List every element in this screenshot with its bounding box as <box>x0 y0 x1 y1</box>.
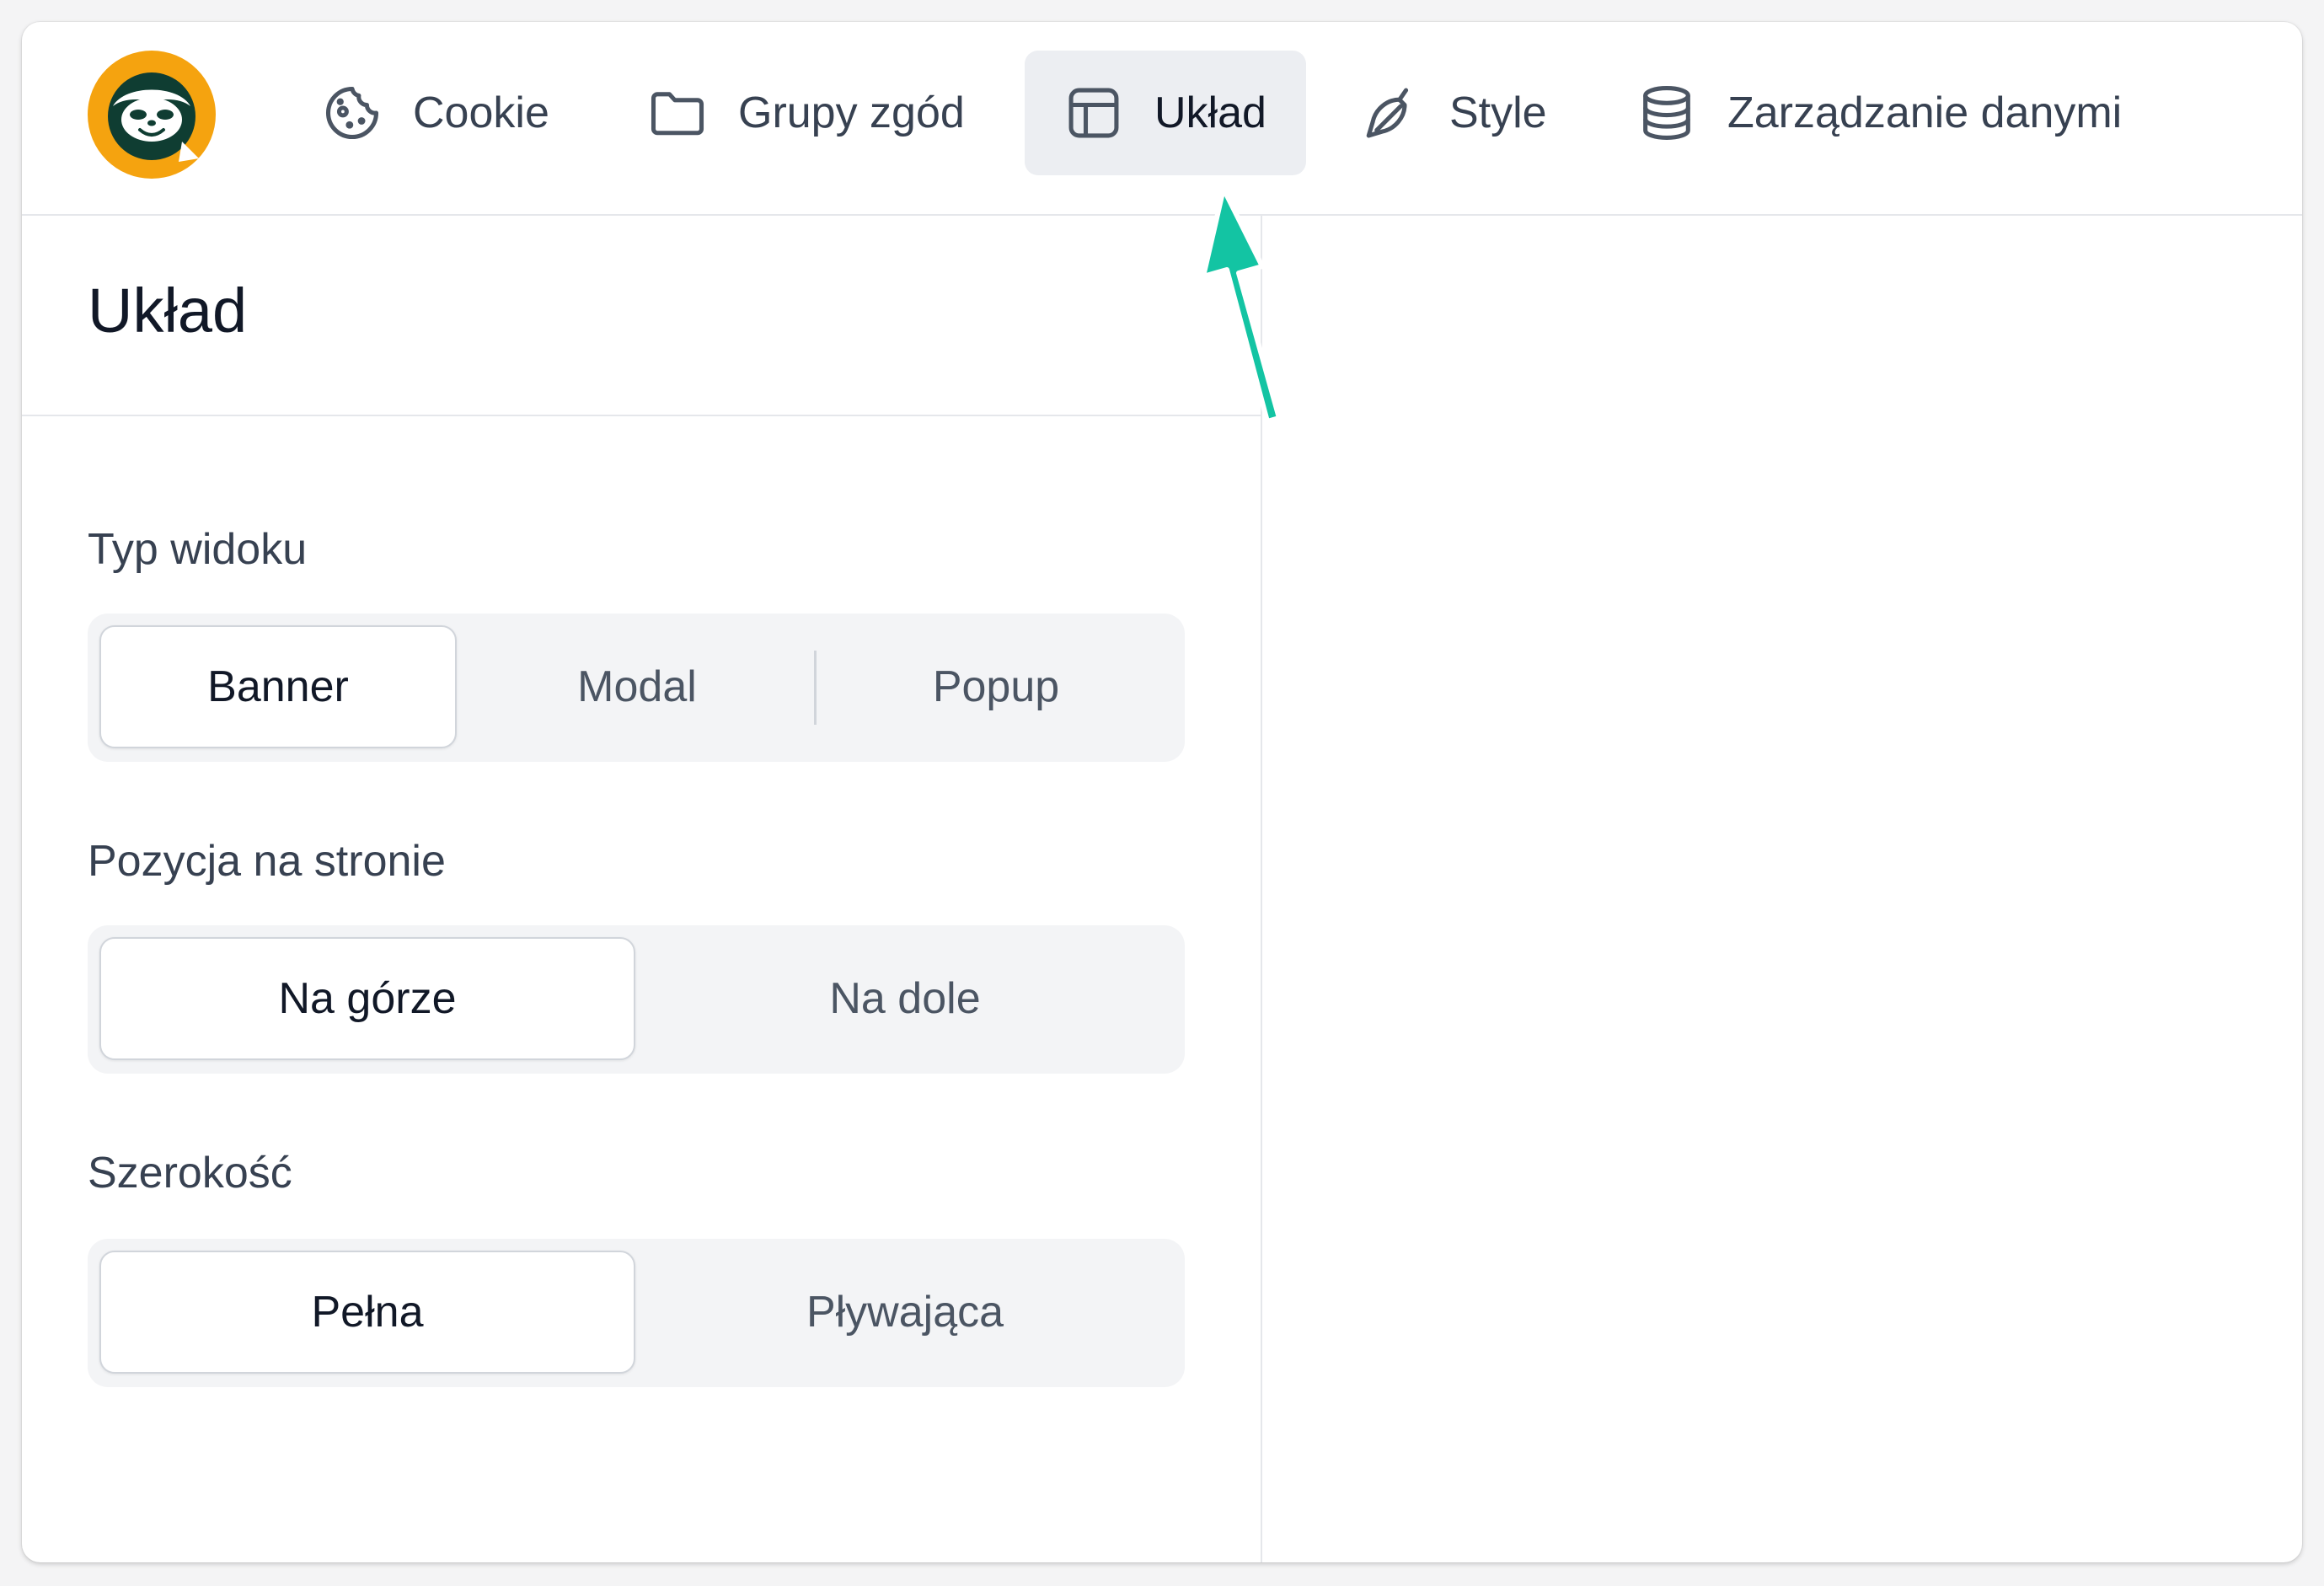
segment-divider <box>814 651 817 725</box>
option-modal[interactable]: Modal <box>458 625 816 748</box>
option-floating[interactable]: Pływająca <box>637 1251 1173 1374</box>
position-label: Pozycja na stronie <box>88 837 446 886</box>
page-title: Układ <box>88 276 248 346</box>
width-label: Szerokość <box>88 1149 292 1198</box>
sloth-logo-icon[interactable] <box>88 51 216 179</box>
option-bottom[interactable]: Na dole <box>637 937 1173 1060</box>
annotation-arrow-icon <box>1201 186 1282 424</box>
tab-layout[interactable]: Układ <box>1025 51 1306 175</box>
brush-icon <box>1366 88 1409 138</box>
folder-icon <box>651 92 704 136</box>
tab-data-management[interactable]: Zarządzanie danymi <box>1614 51 2145 175</box>
option-banner[interactable]: Banner <box>99 625 457 748</box>
layout-icon <box>1068 88 1119 138</box>
top-navigation: Cookie Grupy zgód Układ Style Zarządzani… <box>22 22 2302 216</box>
tab-consent-groups-label: Grupy zgód <box>738 88 965 137</box>
view-type-label: Typ widoku <box>88 525 308 574</box>
tab-style[interactable]: Style <box>1336 51 1571 175</box>
app-window: Cookie Grupy zgód Układ Style Zarządzani… <box>22 22 2302 1562</box>
tab-cookie-label: Cookie <box>413 88 549 137</box>
cookie-icon <box>326 86 379 139</box>
option-full[interactable]: Pełna <box>99 1251 635 1374</box>
tab-layout-label: Układ <box>1154 88 1266 137</box>
layout-settings-panel: Układ Typ widoku Banner Modal Popup Pozy… <box>22 216 1262 1562</box>
tab-cookie[interactable]: Cookie <box>300 51 573 175</box>
panel-header: Układ <box>22 216 1261 416</box>
position-segmented-control: Na górze Na dole <box>88 925 1185 1074</box>
tab-style-label: Style <box>1449 88 1547 137</box>
width-segmented-control: Pełna Pływająca <box>88 1239 1185 1387</box>
database-icon <box>1643 86 1690 140</box>
tab-consent-groups[interactable]: Grupy zgód <box>625 51 988 175</box>
option-top[interactable]: Na górze <box>99 937 635 1060</box>
option-popup[interactable]: Popup <box>817 625 1175 748</box>
tab-data-management-label: Zarządzanie danymi <box>1727 88 2123 137</box>
view-type-segmented-control: Banner Modal Popup <box>88 614 1185 762</box>
